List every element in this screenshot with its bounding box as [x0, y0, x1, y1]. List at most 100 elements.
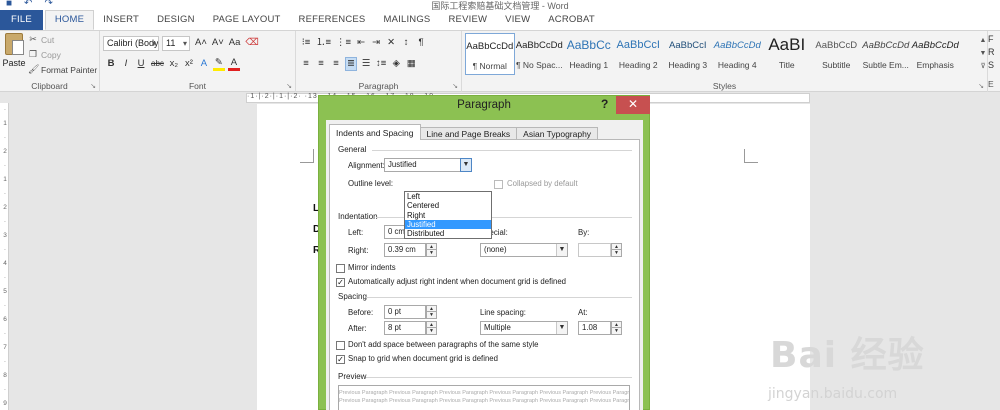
italic-button[interactable]: I — [120, 57, 132, 71]
sort-icon[interactable]: ↕ — [400, 36, 412, 50]
before-input[interactable]: 0 pt — [384, 305, 426, 319]
style-heading-4[interactable]: AaBbCcDd Heading 4 — [713, 33, 763, 75]
underline-button[interactable]: U — [135, 57, 147, 71]
bullets-icon[interactable]: ⁝≡ — [300, 36, 312, 50]
style-emphasis[interactable]: AaBbCcDd Emphasis — [911, 33, 961, 75]
scissors-icon: ✂ — [29, 34, 37, 44]
option-justified[interactable]: Justified — [405, 219, 491, 230]
right-indent-spinner[interactable]: ▲ ▼ — [426, 243, 437, 257]
option-centered[interactable]: Centered — [405, 201, 491, 210]
tab-acrobat[interactable]: ACROBAT — [539, 10, 604, 30]
snap-to-grid-checkbox[interactable]: ✓ — [336, 355, 345, 364]
tab-indents-and-spacing[interactable]: Indents and Spacing — [329, 124, 421, 140]
tab-home[interactable]: HOME — [44, 10, 95, 30]
show-marks-button[interactable]: ¶ — [415, 36, 427, 50]
chevron-down-icon[interactable]: ▼ — [978, 47, 988, 60]
chevron-up-icon[interactable]: ▲ — [978, 34, 988, 47]
style-normal[interactable]: AaBbCcDd ¶ Normal — [465, 33, 515, 75]
styles-launcher-icon[interactable]: ↘ — [978, 82, 984, 90]
by-input[interactable] — [578, 243, 611, 257]
align-center-icon[interactable]: ≡ — [315, 57, 327, 71]
help-icon[interactable]: ? — [601, 97, 608, 111]
font-color-icon[interactable]: A — [227, 57, 240, 71]
paste-button[interactable]: Paste — [2, 33, 26, 68]
chevron-down-icon[interactable]: ▼ — [556, 322, 567, 334]
clear-formatting-icon[interactable]: ⌫ — [244, 36, 259, 50]
style-title[interactable]: AaBI Title — [762, 33, 812, 75]
font-size-combo[interactable]: 11 — [162, 36, 190, 51]
tab-design[interactable]: DESIGN — [148, 10, 204, 30]
mirror-indents-checkbox[interactable] — [336, 264, 345, 273]
style-heading-2[interactable]: AaBbCcI Heading 2 — [614, 33, 664, 75]
shading-icon[interactable]: ◈ — [390, 57, 402, 71]
style-heading-1[interactable]: AaBbCc Heading 1 — [564, 33, 614, 75]
vertical-ruler[interactable]: · 1 · 2 · 1 · 2 · 3 · 4 · 5 · 6 · 7 · 8 · 9 — [0, 103, 9, 410]
after-spinner[interactable]: ▲ ▼ — [426, 321, 437, 335]
close-icon[interactable]: ✕ — [616, 96, 650, 114]
styles-scroll[interactable]: ▲ ▼ ⊽ — [978, 34, 988, 73]
text-effects-icon[interactable]: A — [198, 57, 210, 71]
tab-insert[interactable]: INSERT — [94, 10, 148, 30]
after-label: After: — [348, 324, 367, 333]
change-case-button[interactable]: Aa — [228, 36, 242, 50]
after-input[interactable]: 8 pt — [384, 321, 426, 335]
option-right[interactable]: Right — [405, 211, 491, 220]
format-painter-button[interactable]: 🖌 Format Painter — [28, 64, 97, 75]
style-subtle-emphasis[interactable]: AaBbCcDd Subtle Em... — [861, 33, 911, 75]
option-distributed[interactable]: Distributed — [405, 229, 491, 238]
borders-icon[interactable]: ▦ — [405, 57, 417, 71]
auto-adjust-checkbox[interactable]: ✓ — [336, 278, 345, 287]
tab-references[interactable]: REFERENCES — [290, 10, 375, 30]
font-launcher-icon[interactable]: ↘ — [286, 82, 292, 90]
superscript-button[interactable]: x² — [183, 57, 195, 71]
strikethrough-button[interactable]: abc — [150, 57, 165, 71]
style-no-spacing[interactable]: AaBbCcDd ¶ No Spac... — [515, 33, 565, 75]
multilevel-list-icon[interactable]: ⋮≡ — [335, 36, 352, 50]
copy-button[interactable]: ❐ Copy — [28, 49, 61, 60]
option-left[interactable]: Left — [405, 192, 491, 201]
tab-review[interactable]: REVIEW — [439, 10, 496, 30]
more-icon[interactable]: ⊽ — [978, 60, 988, 73]
alignment-dropdown-list: Left Centered Right Justified Distribute… — [404, 191, 492, 240]
font-name-combo[interactable]: Calibri (Body) — [103, 36, 159, 51]
by-spinner[interactable]: ▲ ▼ — [611, 243, 622, 257]
clipboard-launcher-icon[interactable]: ↘ — [90, 82, 96, 90]
numbering-icon[interactable]: ⒈≡ — [315, 36, 332, 50]
tab-page-layout[interactable]: PAGE LAYOUT — [204, 10, 290, 30]
replace-button[interactable]: R — [988, 46, 995, 59]
justify-icon[interactable]: ≣ — [345, 57, 357, 71]
chevron-down-icon[interactable]: ▼ — [556, 244, 567, 256]
at-spinner[interactable]: ▲ ▼ — [611, 321, 622, 335]
grow-font-button[interactable]: A˄ — [194, 36, 208, 50]
style-heading-3[interactable]: AaBbCcI Heading 3 — [663, 33, 713, 75]
paragraph-launcher-icon[interactable]: ↘ — [452, 82, 458, 90]
right-indent-input[interactable]: 0.39 cm — [384, 243, 426, 257]
align-right-icon[interactable]: ≡ — [330, 57, 342, 71]
tab-mailings[interactable]: MAILINGS — [374, 10, 439, 30]
subscript-button[interactable]: x₂ — [168, 57, 180, 71]
decrease-indent-icon[interactable]: ⇤ — [355, 36, 367, 50]
chevron-down-icon[interactable]: ▼ — [460, 158, 472, 172]
tab-view[interactable]: VIEW — [496, 10, 539, 30]
bold-button[interactable]: B — [105, 57, 117, 71]
before-spinner[interactable]: ▲ ▼ — [426, 305, 437, 319]
dont-add-space-checkbox[interactable] — [336, 341, 345, 350]
at-input[interactable]: 1.08 — [578, 321, 611, 335]
highlight-icon[interactable]: ✎ — [212, 57, 225, 71]
distributed-icon[interactable]: ☰ — [360, 57, 372, 71]
special-select[interactable]: (none) ▼ — [480, 243, 568, 257]
cut-button[interactable]: ✂ Cut — [28, 34, 54, 45]
general-section-title: General — [338, 145, 367, 154]
alignment-select[interactable]: Justified ▼ — [384, 158, 472, 172]
shrink-font-button[interactable]: A˅ — [211, 36, 225, 50]
tab-file[interactable]: FILE — [0, 10, 43, 30]
style-subtitle[interactable]: AaBbCcD Subtitle — [812, 33, 862, 75]
select-button[interactable]: S — [988, 59, 995, 72]
line-spacing-select[interactable]: Multiple ▼ — [480, 321, 568, 335]
align-left-icon[interactable]: ≡ — [300, 57, 312, 71]
asian-layout-icon[interactable]: ✕ — [385, 36, 397, 50]
find-button[interactable]: F — [988, 33, 995, 46]
alignment-label: Alignment: — [348, 161, 385, 170]
line-spacing-icon[interactable]: ↕≡ — [375, 57, 387, 71]
increase-indent-icon[interactable]: ⇥ — [370, 36, 382, 50]
